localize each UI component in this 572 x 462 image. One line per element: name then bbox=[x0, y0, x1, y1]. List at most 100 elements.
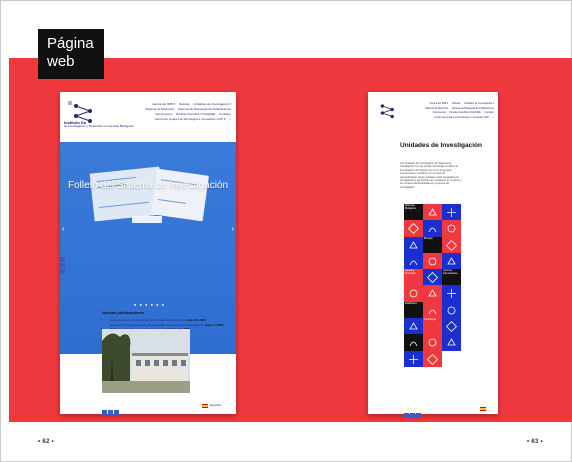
research-unit-tile[interactable] bbox=[442, 334, 461, 351]
research-unit-tile[interactable] bbox=[404, 285, 423, 302]
spain-flag-icon bbox=[480, 407, 486, 411]
page-number-right: • 63 • bbox=[527, 439, 544, 445]
research-unit-tile[interactable] bbox=[404, 318, 423, 335]
research-unit-tile[interactable]: Toxicología bbox=[423, 318, 442, 335]
news-item-date: mayo 5, 2020 bbox=[204, 322, 224, 327]
institute-logo-icon bbox=[380, 104, 394, 119]
research-unit-tile[interactable] bbox=[442, 236, 461, 253]
research-unit-tile[interactable] bbox=[442, 285, 461, 302]
research-unit-tile[interactable]: Estadística bbox=[404, 301, 423, 319]
nav-item[interactable]: Revista Científica CCGQ/INE bbox=[176, 112, 215, 116]
social-links bbox=[60, 257, 65, 275]
facebook-icon[interactable] bbox=[404, 413, 409, 418]
research-unit-icon bbox=[446, 239, 457, 251]
nav-item[interactable]: Sistema de Distinción bbox=[425, 107, 448, 110]
research-unit-tile[interactable]: Química Farmacéutica bbox=[442, 269, 461, 286]
research-unit-icon bbox=[409, 354, 418, 364]
instagram-icon[interactable] bbox=[114, 410, 119, 415]
logo-sub: de Investigación y Desarrollo en Ciencia… bbox=[64, 124, 134, 129]
hero-button[interactable] bbox=[132, 216, 162, 223]
news-heading: Nuevas publicaciones bbox=[102, 310, 145, 315]
research-unit-tile[interactable] bbox=[423, 252, 442, 270]
twitter-icon[interactable] bbox=[410, 413, 415, 418]
research-unit-tile[interactable] bbox=[442, 252, 461, 270]
hero-title: Folleto del Sistema de Investigación bbox=[67, 180, 229, 191]
research-unit-tile[interactable] bbox=[404, 220, 423, 237]
search-icon[interactable]: ⌕ bbox=[493, 116, 494, 119]
research-unit-icon bbox=[427, 272, 438, 284]
research-unit-tile[interactable] bbox=[423, 269, 442, 286]
research-unit-tile[interactable] bbox=[442, 220, 461, 237]
research-unit-icon bbox=[408, 223, 419, 235]
nav-item[interactable]: Noticias bbox=[452, 102, 461, 105]
main-nav: Acerca del IIDB ▾ Noticias Unidades de I… bbox=[119, 102, 231, 122]
facebook-icon[interactable] bbox=[102, 410, 107, 415]
research-unit-tile[interactable]: Biología bbox=[423, 236, 442, 253]
search-icon[interactable]: ⌕ bbox=[229, 117, 231, 121]
nav-item[interactable]: Noticias bbox=[179, 102, 190, 106]
nav-item[interactable]: Revista Científica CCGQ/INE bbox=[450, 111, 481, 114]
research-unit-icon bbox=[409, 322, 418, 330]
section-label: Página web bbox=[38, 29, 104, 79]
nav-item[interactable]: Acerca del IIDB ▾ bbox=[152, 102, 175, 106]
instagram-icon[interactable] bbox=[416, 413, 421, 418]
nav-item[interactable]: Contacto bbox=[484, 111, 494, 114]
main-nav: Acerca del IIDB ▾ Noticias Unidades de I… bbox=[414, 102, 494, 120]
research-unit-caption: Química Farmacéutica bbox=[443, 269, 458, 275]
brochure-spread: Página web Instituto Do de Investigación… bbox=[0, 0, 572, 462]
research-unit-tile[interactable] bbox=[423, 350, 442, 367]
research-unit-tile[interactable] bbox=[404, 350, 423, 367]
research-unit-tile[interactable] bbox=[442, 301, 461, 319]
research-unit-icon bbox=[447, 306, 456, 315]
slider-next-icon[interactable]: › bbox=[231, 224, 234, 233]
research-unit-tile[interactable] bbox=[404, 334, 423, 351]
research-unit-icon bbox=[428, 257, 437, 266]
slider-prev-icon[interactable]: ‹ bbox=[62, 224, 65, 233]
research-unit-tile[interactable] bbox=[423, 334, 442, 351]
research-unit-tile[interactable] bbox=[442, 318, 461, 335]
brochure-image-2 bbox=[151, 168, 209, 222]
news-item-date: julio 22, 2020 bbox=[187, 318, 206, 322]
nav-item[interactable]: Documentos bbox=[433, 111, 446, 114]
footer-social bbox=[404, 405, 422, 423]
page-number-left: • 62 • bbox=[38, 439, 55, 445]
facebook-icon[interactable] bbox=[60, 257, 65, 262]
research-units-mockup: Acerca del IIDB ▾ Noticias Unidades de I… bbox=[368, 92, 498, 418]
language-selector[interactable]: Español bbox=[210, 403, 221, 407]
nav-item[interactable]: Unidades de Investigación ▾ bbox=[464, 102, 494, 105]
nav-item[interactable]: Unidades de Investigación ▾ bbox=[193, 102, 231, 106]
research-unit-tile[interactable] bbox=[442, 204, 461, 221]
nav-item[interactable]: Centro de ayuda a la Tecnología e Innova… bbox=[155, 117, 226, 121]
research-unit-icon bbox=[428, 227, 437, 233]
slider-dots[interactable]: ● ● ● ● ● ● bbox=[134, 302, 165, 307]
nav-item[interactable]: Acerca del IIDB ▾ bbox=[430, 102, 448, 105]
research-unit-tile[interactable] bbox=[423, 220, 442, 237]
research-unit-tile[interactable]: Química Ambiental bbox=[404, 269, 423, 286]
section-label-line1: Página bbox=[47, 35, 94, 52]
research-unit-tile[interactable] bbox=[404, 236, 423, 253]
nav-item[interactable]: Sistema de Búsqueda de Publicaciones bbox=[452, 107, 494, 110]
research-unit-icon bbox=[428, 309, 437, 314]
campus-photo bbox=[102, 329, 190, 393]
nav-item[interactable]: Centro de ayuda a la Tecnología e Innova… bbox=[434, 116, 489, 119]
nav-item[interactable]: Contacto bbox=[219, 112, 231, 116]
research-unit-tile[interactable] bbox=[404, 252, 423, 270]
research-unit-tile[interactable] bbox=[423, 301, 442, 319]
nav-item[interactable]: Sistema de Búsqueda de Publicaciones bbox=[178, 107, 231, 111]
nav-item[interactable]: Sistema de Distinción bbox=[145, 107, 174, 111]
research-unit-tile[interactable] bbox=[423, 204, 442, 221]
intro-text: Las Unidades de Investigación del Sistem… bbox=[400, 162, 462, 189]
research-unit-tile[interactable]: Sistemas Biológicos bbox=[404, 204, 423, 221]
research-unit-icon bbox=[447, 289, 456, 299]
share-icon[interactable] bbox=[60, 269, 65, 274]
research-unit-tile[interactable] bbox=[423, 285, 442, 302]
research-unit-caption: Toxicología bbox=[424, 318, 436, 322]
page-title: Unidades de Investigación bbox=[400, 142, 482, 149]
twitter-icon[interactable] bbox=[60, 263, 65, 268]
research-unit-icon bbox=[446, 321, 457, 333]
twitter-icon[interactable] bbox=[108, 410, 113, 415]
logo-text: Instituto Do de Investigación y Desarrol… bbox=[64, 121, 134, 129]
nav-item[interactable]: Documentos bbox=[155, 112, 172, 116]
research-unit-icon bbox=[447, 224, 456, 233]
site-header: Instituto Do de Investigación y Desarrol… bbox=[60, 92, 236, 142]
